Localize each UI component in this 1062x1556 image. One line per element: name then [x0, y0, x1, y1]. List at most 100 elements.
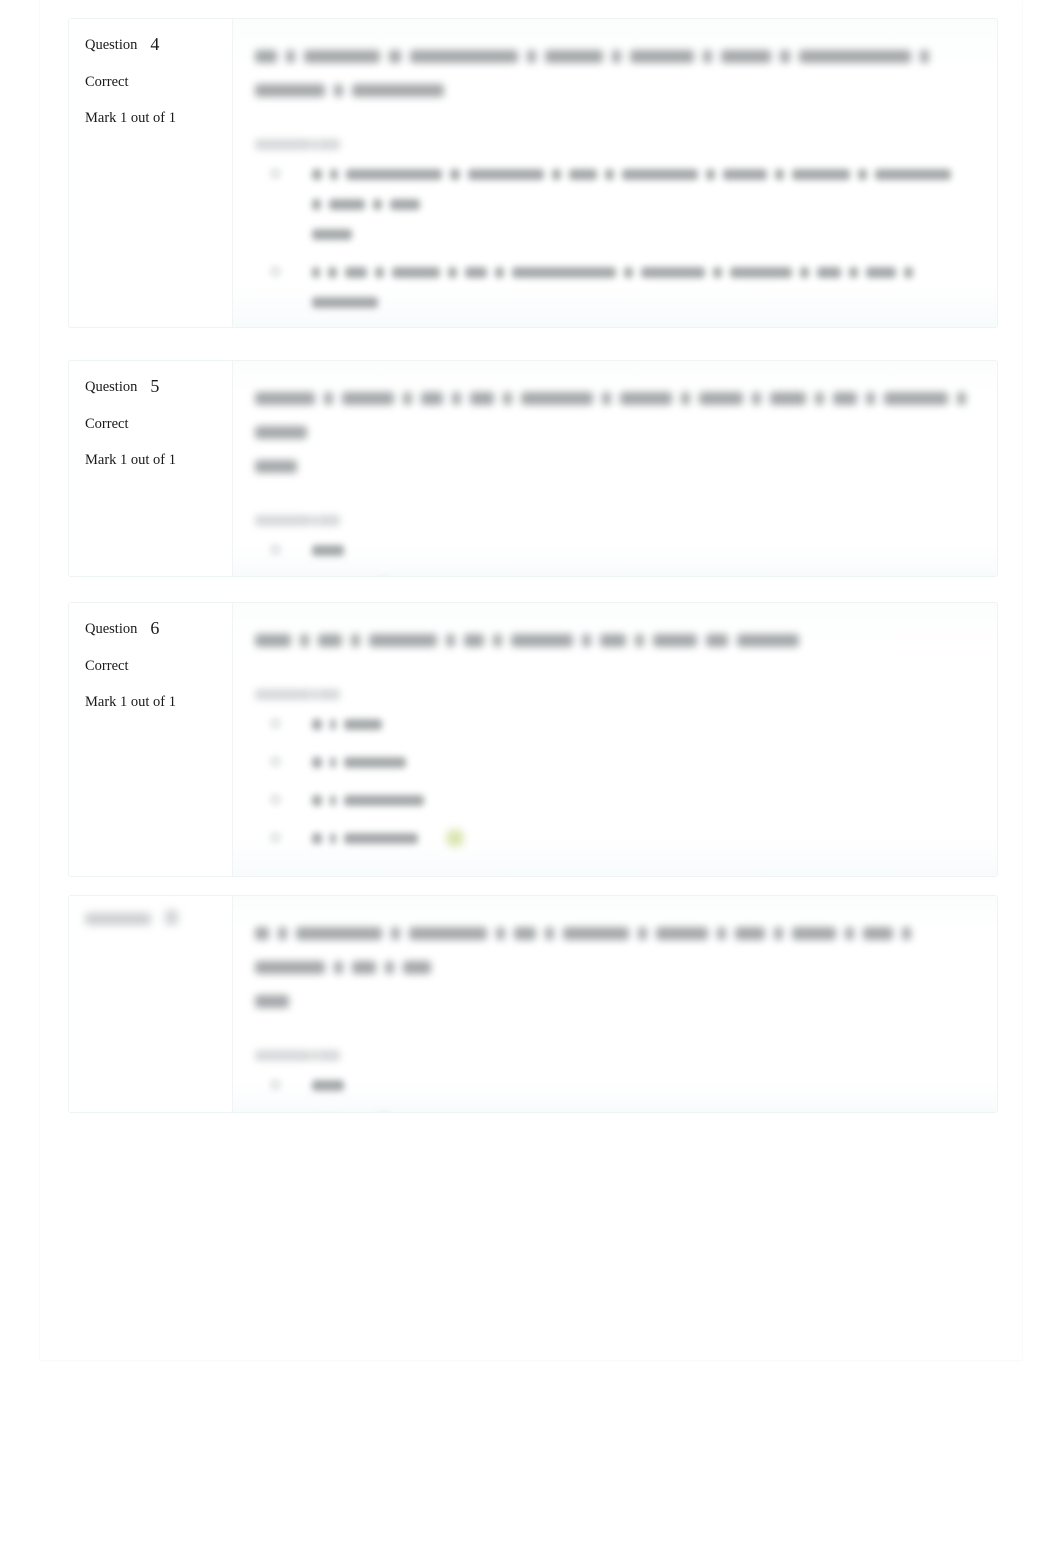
answer-option[interactable]: [255, 747, 975, 777]
answer-option-line: [312, 1108, 354, 1112]
answer-option[interactable]: [255, 785, 975, 815]
redacted-text-bar: [799, 49, 911, 63]
redacted-text-bar: [845, 926, 854, 940]
redacted-text-bar: [706, 633, 728, 647]
radio-button-icon[interactable]: [269, 1078, 282, 1091]
answer-option[interactable]: [255, 159, 975, 249]
redacted-text-bar: [311, 688, 318, 700]
answer-option-line: [312, 1070, 975, 1100]
redacted-text-bar: [403, 960, 431, 974]
redacted-text-bar: [352, 960, 376, 974]
redacted-text-bar: [653, 633, 697, 647]
question-mark: Mark 1 out of 1: [85, 693, 177, 710]
redacted-text-bar: [735, 926, 765, 940]
redacted-text-bar: [521, 391, 593, 405]
answer-option[interactable]: [255, 257, 975, 317]
redacted-text-bar: [312, 168, 322, 180]
redacted-text-bar: [612, 49, 621, 63]
select-one-label: [255, 1046, 975, 1064]
redacted-text-bar: [255, 49, 277, 63]
redacted-text-bar: [875, 168, 951, 180]
redacted-text-bar: [329, 198, 365, 210]
redacted-text-bar: [312, 228, 352, 240]
question-info-panel: Question 5 Correct Mark 1 out of 1: [69, 361, 233, 576]
redacted-text-bar: [344, 718, 382, 730]
redacted-text-bar: [296, 926, 382, 940]
redacted-text-bar: [85, 913, 151, 925]
question-heading: Question 5: [85, 377, 232, 395]
question-stem-line: [255, 916, 975, 984]
redacted-text-bar: [511, 633, 573, 647]
answer-option[interactable]: [255, 823, 975, 853]
question-number: 4: [150, 34, 160, 54]
redacted-text-bar: [390, 198, 420, 210]
radio-button-icon[interactable]: [269, 265, 282, 278]
redacted-text-bar: [452, 391, 461, 405]
redacted-text-bar: [863, 926, 893, 940]
radio-button-icon[interactable]: [269, 167, 282, 180]
redacted-text-bar: [902, 926, 911, 940]
redacted-text-bar: [255, 1049, 311, 1061]
redacted-text-bar: [866, 266, 896, 278]
redacted-text-bar: [858, 168, 867, 180]
redacted-text-bar: [312, 832, 322, 844]
redacted-text-bar: [656, 926, 708, 940]
redacted-text-bar: [464, 633, 484, 647]
answer-option-text: [312, 325, 975, 327]
redacted-text-bar: [342, 391, 394, 405]
redacted-text-bar: [681, 391, 690, 405]
redacted-text-bar: [312, 756, 322, 768]
redacted-text-bar: [545, 49, 603, 63]
question-card: Question 4 Correct Mark 1 out of 1: [68, 18, 998, 328]
radio-button-icon[interactable]: [269, 793, 282, 806]
redacted-text-bar: [723, 168, 767, 180]
redacted-text-bar: [503, 391, 512, 405]
redacted-text-bar: [770, 391, 806, 405]
radio-button-icon[interactable]: [269, 755, 282, 768]
redacted-text-bar: [165, 910, 178, 925]
answer-option-text: [312, 709, 975, 739]
redacted-text-bar: [351, 633, 360, 647]
redacted-text-bar: [624, 266, 633, 278]
question-stem-line: [255, 984, 975, 1018]
redacted-text-bar: [470, 391, 494, 405]
answer-option[interactable]: [255, 709, 975, 739]
radio-button-icon[interactable]: [269, 831, 282, 844]
question-info-panel: Question 4 Correct Mark 1 out of 1: [69, 19, 233, 327]
correct-answer-check-icon: [372, 1112, 394, 1113]
redacted-text-bar: [775, 168, 784, 180]
redacted-text-bar: [448, 266, 457, 278]
redacted-text-bar: [318, 633, 342, 647]
redacted-text-bar: [255, 459, 297, 473]
redacted-text-bar: [446, 633, 455, 647]
redacted-text-bar: [344, 832, 418, 844]
answer-option[interactable]: [255, 1108, 975, 1113]
answer-option[interactable]: [255, 535, 975, 565]
answer-option-list: [255, 1070, 975, 1113]
redacted-text-bar: [600, 633, 626, 647]
select-one-label: [255, 685, 975, 703]
answer-option[interactable]: [255, 573, 975, 576]
redacted-text-bar: [800, 266, 809, 278]
redacted-text-bar: [304, 49, 380, 63]
answer-option[interactable]: [255, 325, 975, 327]
answer-option[interactable]: [255, 1070, 975, 1100]
question-mark: Mark 1 out of 1: [85, 451, 177, 468]
radio-button-icon[interactable]: [269, 543, 282, 556]
select-one-label: [255, 511, 975, 529]
redacted-text-bar: [730, 266, 792, 278]
redacted-text-bar: [330, 756, 336, 768]
redacted-text-bar: [334, 83, 343, 97]
question-number: 5: [150, 376, 160, 396]
redacted-text-bar: [255, 391, 315, 405]
redacted-text-bar: [792, 926, 836, 940]
answer-option-line: [312, 257, 975, 317]
question-info-panel: Question: [69, 896, 233, 1112]
redacted-text-bar: [884, 391, 948, 405]
redacted-text-bar: [328, 266, 337, 278]
radio-button-icon[interactable]: [269, 717, 282, 730]
redacted-text-bar: [369, 633, 437, 647]
question-state: Correct: [85, 416, 129, 432]
redacted-text-bar: [920, 49, 929, 63]
answer-option-text: [312, 573, 354, 576]
